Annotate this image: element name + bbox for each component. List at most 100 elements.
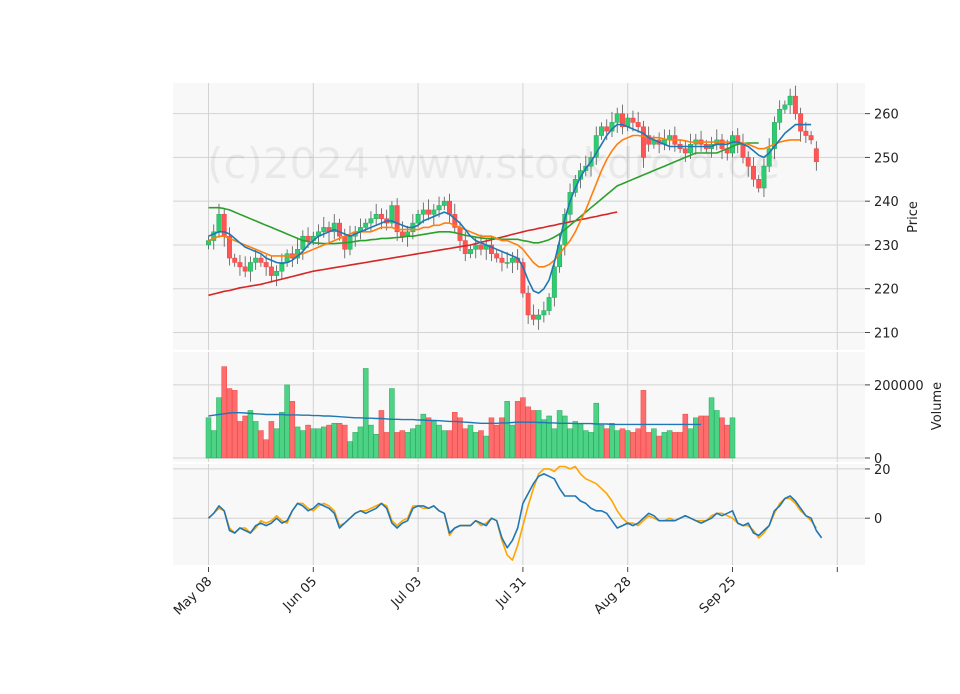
volume-bar [520,397,526,459]
candle-body [394,205,400,233]
candle-body [541,310,547,316]
volume-bar [263,439,269,459]
volume-bar [273,428,280,459]
candle-body [268,266,274,276]
volume-bar [300,430,306,459]
volume-bar [724,424,731,459]
volume-bar [656,435,662,459]
candle-body [751,165,756,180]
candle-body [232,257,238,263]
candle-body [808,135,814,141]
volume-bar [210,430,217,459]
volume-bar [499,417,505,459]
candle-body [813,148,819,163]
volume-bar [305,424,311,459]
candle-body [635,122,641,128]
price-axis-label: Price [906,201,921,233]
candle-body [373,214,379,219]
volume-bar [472,432,479,459]
volume-bar [331,423,338,459]
candle-body [321,227,327,233]
volume-bar [719,417,725,459]
volume-bar [462,428,469,459]
volume-bar [535,410,542,459]
candle-body [803,130,809,136]
volume-bar [252,421,259,459]
candle-body [420,209,426,215]
volume-bar [431,421,437,459]
price-tick-label: 250 [874,151,899,166]
candle-body [468,249,473,254]
volume-bar [446,430,453,459]
volume-bar [478,430,484,459]
price-tick-label: 230 [874,239,899,254]
volume-bar [237,421,243,459]
candle-body [337,222,342,237]
candle-body [300,235,306,250]
volume-bar [682,413,689,459]
candle-body [378,214,384,219]
volume-bar [457,417,463,459]
volume-bar [514,401,521,459]
volume-bar [383,432,390,459]
candle-body [274,270,280,276]
candle-body [730,135,735,154]
volume-bar [698,415,704,459]
volume-bar [357,426,364,459]
candle-body [206,240,211,246]
candle-body [640,126,646,158]
candle-body [504,262,510,264]
candle-body [787,95,793,106]
volume-bar [619,428,626,459]
volume-bar [551,428,558,459]
candle-body [242,266,248,272]
volume-bar [614,430,620,459]
volume-bar [530,410,537,459]
volume-bar [583,430,589,459]
volume-bar [556,410,563,459]
oscillator-panel [173,464,865,565]
volume-bar [205,417,212,459]
candle-body [447,200,452,215]
volume-bar [289,401,296,459]
volume-bar [509,424,516,459]
volume-bar [541,419,547,459]
volume-bar [593,402,600,459]
volume-bar [483,435,489,459]
volume-bar [294,426,301,459]
volume-bar [399,430,406,459]
volume-bar [415,424,421,459]
osc-tick-label: 20 [874,463,891,478]
candle-body [305,235,311,241]
candle-body [499,257,505,263]
volume-bar [378,410,385,459]
candle-body [473,244,479,250]
candle-body [399,231,405,237]
candle-body [604,126,610,132]
candle-body [782,104,788,110]
candle-body [740,144,746,158]
volume-bar [687,428,694,459]
candle-body [745,157,751,167]
chart-figure: (c)2024 www.stockdroid.de May 08 Jun 05 Ju… [0,0,960,690]
volume-tick-label: 200000 [874,379,924,394]
volume-bar [635,428,641,459]
candle-body [682,148,688,154]
volume-bar [247,410,254,459]
candle-body [216,214,222,233]
volume-bar [284,384,290,459]
candle-body [368,218,374,224]
volume-bar [677,432,683,459]
candle-body [462,240,468,254]
volume-bar [609,423,615,459]
volume-bar [504,401,510,459]
price-tick-label: 210 [874,326,899,341]
candle-body [777,109,783,123]
volume-bar [525,406,531,459]
volume-bar [630,432,636,459]
candle-body [263,262,269,268]
volume-bar [315,428,322,459]
volume-bar [310,428,317,459]
volume-bar [572,421,579,459]
candle-body [363,222,369,228]
